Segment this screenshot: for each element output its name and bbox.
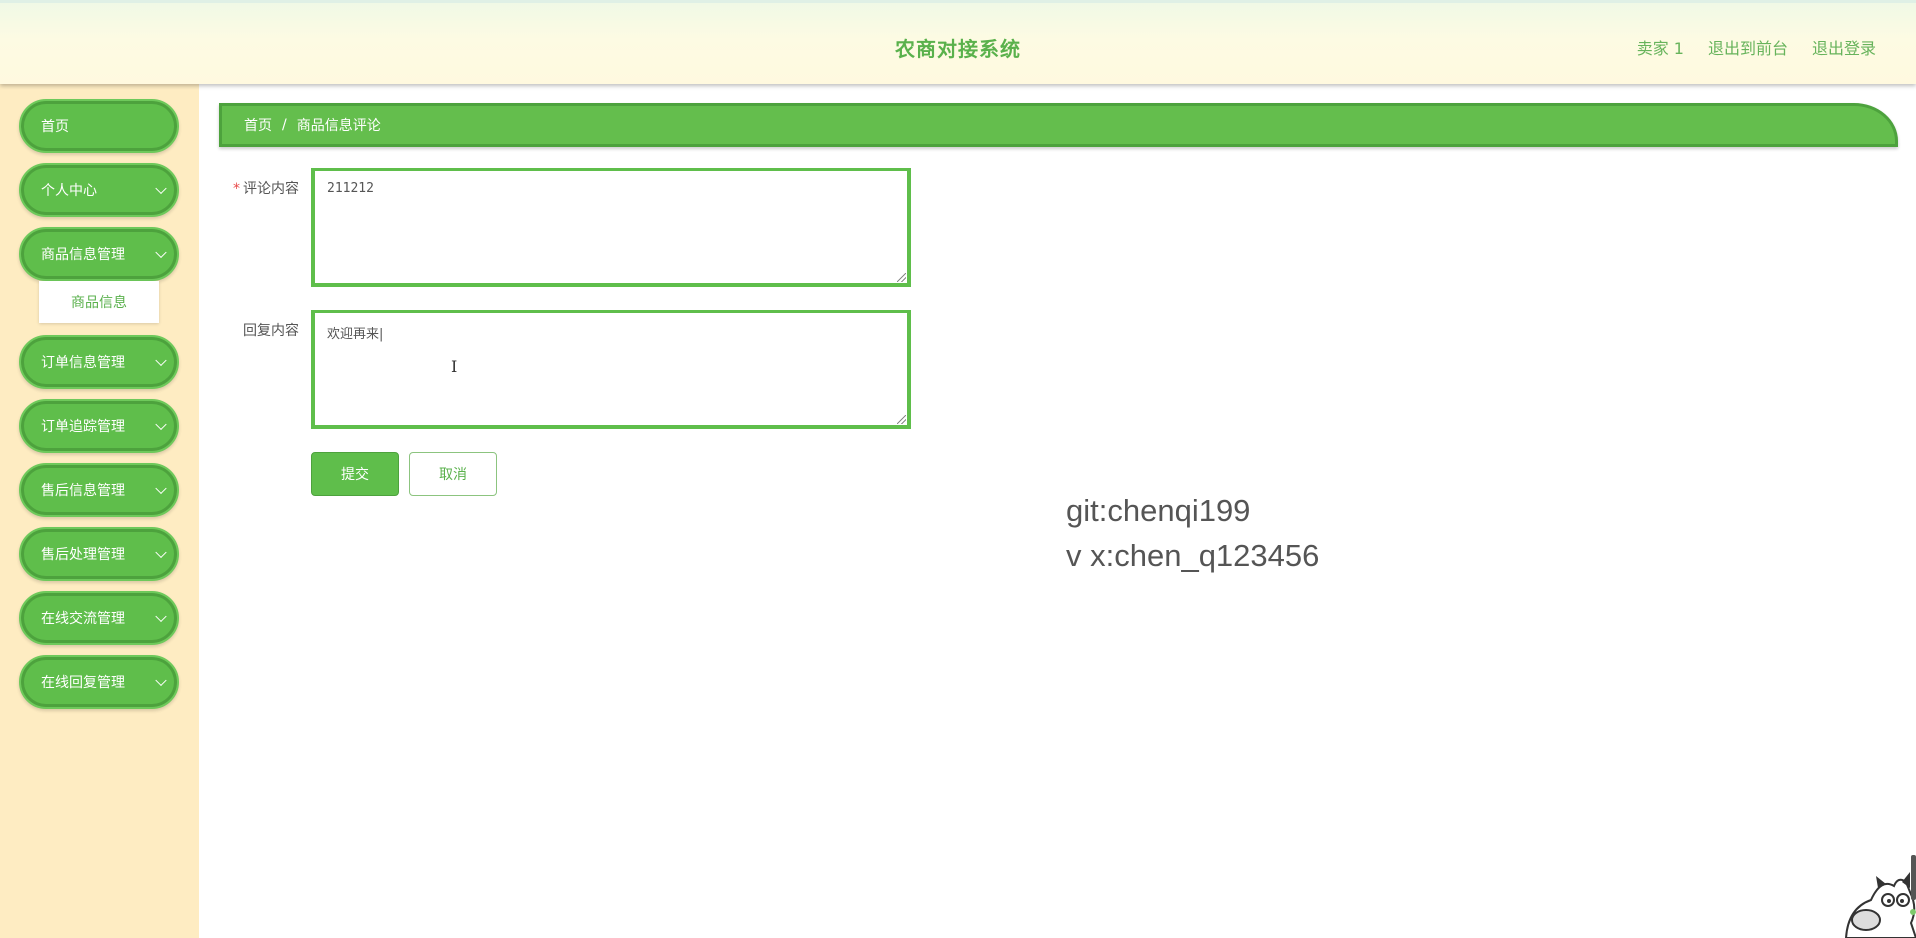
text-cursor-icon: I (451, 357, 458, 376)
watermark-line-1: git:chenqi199 (1066, 493, 1251, 528)
sidebar-item-product-management[interactable]: 商品信息管理 (19, 227, 179, 281)
current-user-label[interactable]: 卖家 1 (1637, 35, 1684, 59)
comment-value: 211212 (327, 181, 374, 196)
sidebar-item-label: 个人中心 (41, 183, 97, 199)
reply-textarea[interactable]: 欢迎再来| (311, 310, 911, 429)
chevron-down-icon (155, 418, 167, 431)
chevron-down-icon (155, 246, 167, 259)
sidebar-item-label: 商品信息管理 (41, 247, 125, 263)
header-links: 卖家 1 退出到前台 退出登录 (1637, 35, 1876, 59)
reply-label: 回复内容 (243, 323, 299, 339)
sidebar-item-personal-center[interactable]: 个人中心 (19, 163, 179, 217)
sidebar-item-label: 售后处理管理 (41, 547, 125, 563)
logout-link[interactable]: 退出登录 (1812, 35, 1876, 59)
cancel-button[interactable]: 取消 (409, 452, 497, 496)
comment-label-text: 评论内容 (243, 181, 299, 197)
sidebar-item-online-chat[interactable]: 在线交流管理 (19, 591, 179, 645)
chevron-down-icon (155, 546, 167, 559)
app-title: 农商对接系统 (895, 37, 1021, 61)
submenu-item-product-info[interactable]: 商品信息 (39, 281, 159, 323)
sidebar-item-label: 订单信息管理 (41, 355, 125, 371)
sidebar-item-label: 售后信息管理 (41, 483, 125, 499)
resize-grip-icon[interactable] (897, 273, 906, 282)
sidebar-item-order-tracking[interactable]: 订单追踪管理 (19, 399, 179, 453)
sidebar-item-label: 在线交流管理 (41, 611, 125, 627)
mascot-cat-icon (1844, 872, 1916, 938)
submit-button[interactable]: 提交 (311, 452, 399, 496)
sidebar-item-online-reply[interactable]: 在线回复管理 (19, 655, 179, 709)
sidebar-item-order-management[interactable]: 订单信息管理 (19, 335, 179, 389)
resize-grip-icon[interactable] (897, 415, 906, 424)
breadcrumb: 首页 / 商品信息评论 (219, 103, 1898, 147)
chevron-down-icon (155, 182, 167, 195)
sidebar-item-label: 在线回复管理 (41, 675, 125, 691)
comment-textarea[interactable]: 211212 (311, 168, 911, 287)
sidebar-item-home[interactable]: 首页 (19, 99, 179, 153)
comment-label: * 评论内容 (219, 178, 299, 198)
sidebar-item-aftersale-handling[interactable]: 售后处理管理 (19, 527, 179, 581)
watermark-line-2: v x:chen_q123456 (1066, 538, 1320, 573)
exit-to-frontend-link[interactable]: 退出到前台 (1708, 35, 1788, 59)
chevron-down-icon (155, 610, 167, 623)
chevron-down-icon (155, 354, 167, 367)
chevron-down-icon (155, 482, 167, 495)
required-mark: * (233, 181, 240, 197)
breadcrumb-current: 商品信息评论 (296, 118, 381, 134)
scrollbar-thumb[interactable] (1911, 855, 1916, 900)
breadcrumb-home[interactable]: 首页 (244, 115, 272, 135)
sidebar-item-aftersale-info[interactable]: 售后信息管理 (19, 463, 179, 517)
breadcrumb-separator: / (282, 117, 287, 133)
sidebar-item-label: 订单追踪管理 (41, 419, 125, 435)
sidebar-item-label: 首页 (41, 119, 69, 135)
top-header: 农商对接系统 卖家 1 退出到前台 退出登录 (0, 0, 1916, 84)
sidebar: 首页 个人中心 商品信息管理 商品信息 订单信息管理 订单追踪管理 售后信息管理… (0, 84, 199, 938)
watermark: git:chenqi199 v x:chen_q123456 (1066, 488, 1319, 578)
chevron-down-icon (155, 674, 167, 687)
reply-value: 欢迎再来| (327, 327, 384, 342)
